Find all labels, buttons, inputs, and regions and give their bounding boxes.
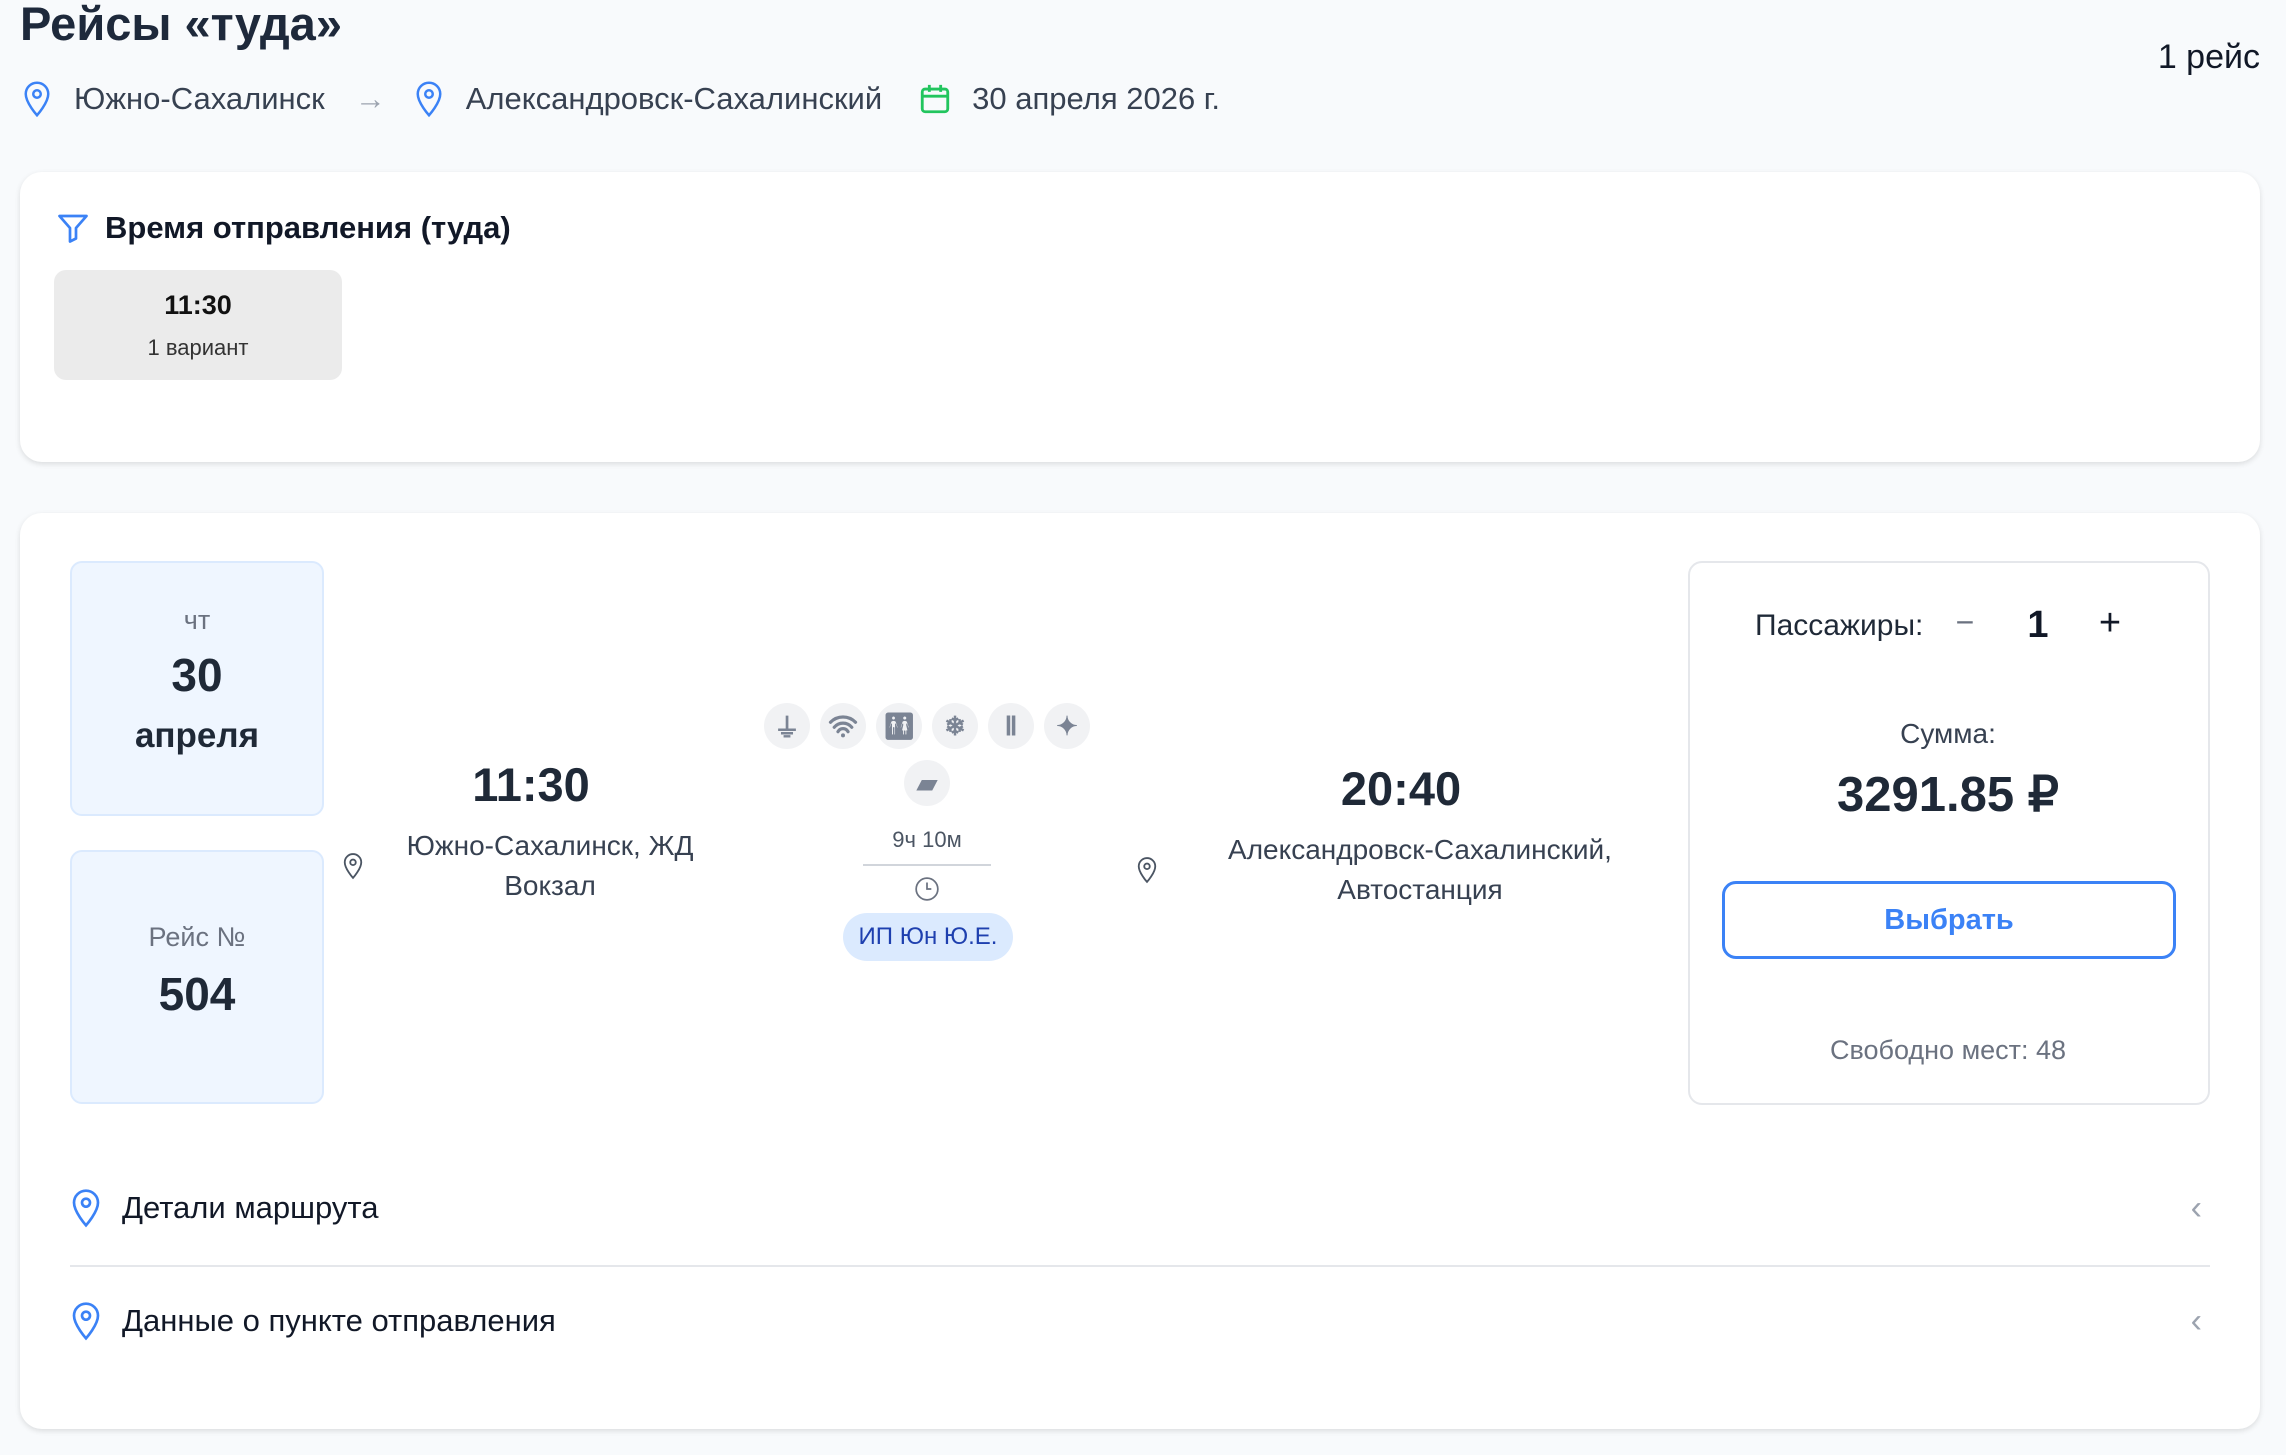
toilet-icon: 🚻︎ (876, 703, 922, 749)
trip-date: 30 апреля 2026 г. (972, 81, 1220, 117)
price: 3291.85 ₽ (1837, 766, 2059, 823)
pin-icon (22, 80, 52, 118)
increase-passengers-button[interactable]: + (2099, 602, 2121, 645)
to-city: Александровск-Сахалинский (466, 81, 882, 117)
arrival-place: Александровск-Сахалинский, Автостанция (1228, 830, 1612, 910)
departure-point-row[interactable]: Данные о пункте отправления ‹ (70, 1301, 2210, 1341)
chevron-left-icon: ‹ (2191, 1189, 2202, 1228)
time-chip-1130[interactable]: 11:30 1 вариант (54, 270, 342, 380)
date-box: чт 30 апреля (70, 561, 324, 816)
ticket-icon: ▰ (904, 760, 950, 806)
sum-label: Сумма: (1900, 718, 1996, 750)
carrier-badge: ИП Юн Ю.Е. (843, 913, 1013, 961)
page-title: Рейсы «туда» (20, 0, 342, 51)
route-details-row[interactable]: Детали маршрута ‹ (70, 1188, 2210, 1228)
arrow-icon: → (355, 81, 386, 117)
filter-icon (55, 210, 91, 246)
pin-icon (70, 1188, 102, 1228)
filter-title: Время отправления (туда) (55, 210, 511, 246)
wifi-icon (820, 703, 866, 749)
free-seats: Свободно мест: 48 (1830, 1035, 2066, 1066)
results-count: 1 рейс (2158, 38, 2260, 77)
air-conditioning-icon: ❄ (932, 703, 978, 749)
pin-icon (70, 1301, 102, 1341)
pin-icon (414, 80, 444, 118)
power-outlet-icon: ⏚ (764, 703, 810, 749)
curtains-icon: Ⅱ (988, 703, 1034, 749)
cleaning-icon: ✦ (1044, 703, 1090, 749)
from-city: Южно-Сахалинск (74, 81, 325, 117)
arrival-time: 20:40 (1341, 761, 1461, 816)
departure-time: 11:30 (472, 757, 590, 812)
decrease-passengers-button[interactable]: − (1956, 604, 1975, 641)
duration-divider (863, 864, 991, 866)
flight-number-box: Рейс № 504 (70, 850, 324, 1104)
departure-place: Южно-Сахалинск, ЖД Вокзал (407, 826, 694, 906)
calendar-icon (918, 82, 952, 116)
divider (70, 1265, 2210, 1267)
chevron-left-icon: ‹ (2191, 1302, 2202, 1341)
passenger-count: 1 (2027, 604, 2048, 647)
departure-pin-icon (342, 852, 364, 880)
trip-duration: 9ч 10м (892, 827, 961, 853)
route-summary: Южно-Сахалинск → Александровск-Сахалинск… (22, 80, 1220, 118)
amenities-row: ⏚ 🚻︎ ❄ Ⅱ ✦ (764, 703, 1090, 749)
clock-icon (914, 876, 940, 902)
select-trip-button[interactable]: Выбрать (1722, 881, 2176, 959)
passengers-label: Пассажиры: (1755, 609, 1923, 643)
arrival-pin-icon (1136, 856, 1158, 884)
